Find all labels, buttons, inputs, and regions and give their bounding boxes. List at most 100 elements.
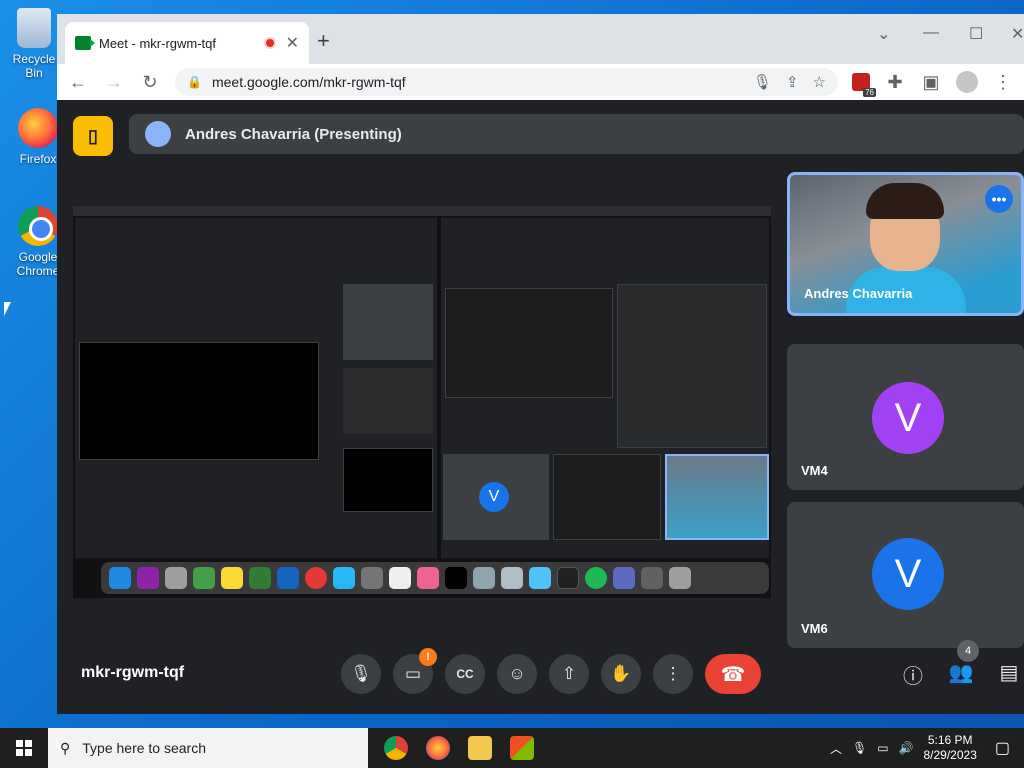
volume-icon[interactable]: 🔊 <box>899 741 914 755</box>
dock-messages-icon <box>193 567 215 589</box>
shared-video-area <box>79 342 319 460</box>
shared-video-thumb <box>665 454 769 540</box>
meeting-code: mkr-rgwm-tqf <box>81 664 185 681</box>
emoji-icon: ☺ <box>508 664 526 683</box>
shared-right-window: V <box>441 218 769 558</box>
dock-mail-icon <box>277 567 299 589</box>
dock-chrome-icon <box>305 567 327 589</box>
reload-button[interactable]: ↻ <box>139 72 161 93</box>
extensions-puzzle-icon[interactable]: ✚ <box>884 72 906 93</box>
dock-preview-icon <box>473 567 495 589</box>
present-button[interactable]: ⇧ <box>549 654 589 694</box>
participant-tile-vm6[interactable]: V VM6 <box>787 502 1024 648</box>
more-options-icon[interactable]: ••• <box>985 185 1013 213</box>
shared-tile <box>343 448 433 512</box>
leave-call-button[interactable]: ☎ <box>705 654 761 694</box>
desktop-icon-recycle-bin[interactable]: Recycle Bin <box>4 8 64 80</box>
menu-kebab-icon[interactable]: ⋮ <box>992 72 1014 93</box>
participant-tile-andres[interactable]: ••• Andres Chavarria <box>787 172 1024 316</box>
close-tab-icon[interactable]: ✕ <box>286 33 299 53</box>
tab-strip: Meet - mkr-rgwm-tqf ✕ + ⌄ — ☐ ✕ <box>57 14 1024 64</box>
camera-button[interactable]: ▭ ! <box>393 648 437 694</box>
people-count-badge: 4 <box>957 640 979 662</box>
meet-content: ▯ Andres Chavarria (Presenting) V ••• An… <box>57 100 1024 714</box>
participant-avatar: V <box>872 538 944 610</box>
taskbar-file-explorer-icon[interactable] <box>468 736 492 760</box>
taskbar-search[interactable]: ⚲ Type here to search <box>48 728 368 768</box>
side-panel-icon[interactable]: ▣ <box>920 72 942 93</box>
desktop-icon-label: Recycle Bin <box>12 52 56 80</box>
raise-hand-button[interactable]: ✋ <box>601 654 641 694</box>
dock-reminders-icon <box>389 567 411 589</box>
present-screen-icon: ⇧ <box>561 664 577 683</box>
microphone-icon: 🎙 <box>350 664 372 683</box>
captions-button[interactable]: CC <box>445 654 485 694</box>
lock-icon: 🔒 <box>187 75 202 89</box>
tab-meet[interactable]: Meet - mkr-rgwm-tqf ✕ <box>65 22 309 64</box>
shared-tile <box>553 454 661 540</box>
share-icon[interactable]: ⇪ <box>786 73 799 91</box>
camera-icon: ▭ <box>404 664 422 683</box>
chrome-icon <box>18 206 58 246</box>
chat-icon[interactable]: ▤ <box>995 660 1023 685</box>
presentation-icon: ▯ <box>73 116 113 156</box>
participant-tile-vm4[interactable]: V VM4 <box>787 344 1024 490</box>
captions-icon: CC <box>456 667 474 681</box>
participant-video <box>866 183 944 219</box>
shared-avatar: V <box>479 482 509 512</box>
back-button[interactable]: ← <box>67 72 89 93</box>
dock-safari-icon <box>333 567 355 589</box>
firefox-icon <box>18 108 58 148</box>
system-tray: ︿ 🎙 ▭ 🔊 5:16 PM 8/29/2023 ▢ <box>830 728 1024 768</box>
dock-quicktime-icon <box>501 567 523 589</box>
presenter-avatar <box>145 121 171 147</box>
meeting-info-icon[interactable]: ⓘ <box>899 660 927 689</box>
dock-notes-icon <box>221 567 243 589</box>
meet-favicon-icon <box>75 36 95 50</box>
reactions-button[interactable]: ☺ <box>497 654 537 694</box>
maximize-button[interactable]: ☐ <box>969 24 983 44</box>
taskbar-chrome-icon[interactable] <box>384 736 408 760</box>
shared-dock <box>101 562 769 594</box>
hand-icon: ✋ <box>610 664 632 683</box>
microphone-icon[interactable]: 🎙 <box>753 73 772 91</box>
profile-avatar[interactable] <box>956 71 978 93</box>
address-bar[interactable]: 🔒 meet.google.com/mkr-rgwm-tqf 🎙 ⇪ ☆ <box>175 68 838 96</box>
tab-search-icon[interactable]: ⌄ <box>877 24 890 44</box>
forward-button[interactable]: → <box>103 72 125 93</box>
taskbar-store-icon[interactable] <box>510 736 534 760</box>
tray-chevron-icon[interactable]: ︿ <box>830 740 842 757</box>
dock-facetime-icon <box>249 567 271 589</box>
recording-icon <box>263 37 276 49</box>
hang-up-icon: ☎ <box>720 663 746 686</box>
taskbar-firefox-icon[interactable] <box>426 736 450 760</box>
browser-toolbar: ← → ↻ 🔒 meet.google.com/mkr-rgwm-tqf 🎙 ⇪… <box>57 64 1024 100</box>
windows-logo-icon <box>16 740 32 756</box>
clock[interactable]: 5:16 PM 8/29/2023 <box>923 733 976 763</box>
new-tab-button[interactable]: + <box>317 28 330 54</box>
shared-screen: V <box>73 206 771 598</box>
dock-siri-icon <box>137 567 159 589</box>
bookmark-star-icon[interactable]: ☆ <box>813 73 826 91</box>
participant-name: Andres Chavarria <box>804 286 913 301</box>
url-text: meet.google.com/mkr-rgwm-tqf <box>211 74 406 90</box>
dock-settings-icon <box>361 567 383 589</box>
presenter-label: Andres Chavarria (Presenting) <box>185 125 402 143</box>
people-icon[interactable]: 👥 <box>947 660 975 685</box>
tray-microphone-icon[interactable]: 🎙 <box>852 741 867 755</box>
shared-nested-grid <box>617 284 767 448</box>
mouse-cursor-icon <box>4 302 11 316</box>
dock-app-icon <box>641 567 663 589</box>
close-window-button[interactable]: ✕ <box>1011 24 1024 44</box>
dock-spotify-icon <box>585 567 607 589</box>
network-icon[interactable]: ▭ <box>877 741 888 755</box>
shared-tile <box>343 368 433 434</box>
more-options-button[interactable]: ⋮ <box>653 654 693 694</box>
microphone-button[interactable]: 🎙 <box>341 654 381 694</box>
start-button[interactable] <box>0 728 48 768</box>
shared-left-window <box>75 218 437 558</box>
minimize-button[interactable]: — <box>923 24 939 42</box>
notification-icon[interactable]: ▢ <box>995 738 1010 758</box>
shared-tile <box>343 284 433 360</box>
extension-icon[interactable]: 76 <box>852 73 876 97</box>
